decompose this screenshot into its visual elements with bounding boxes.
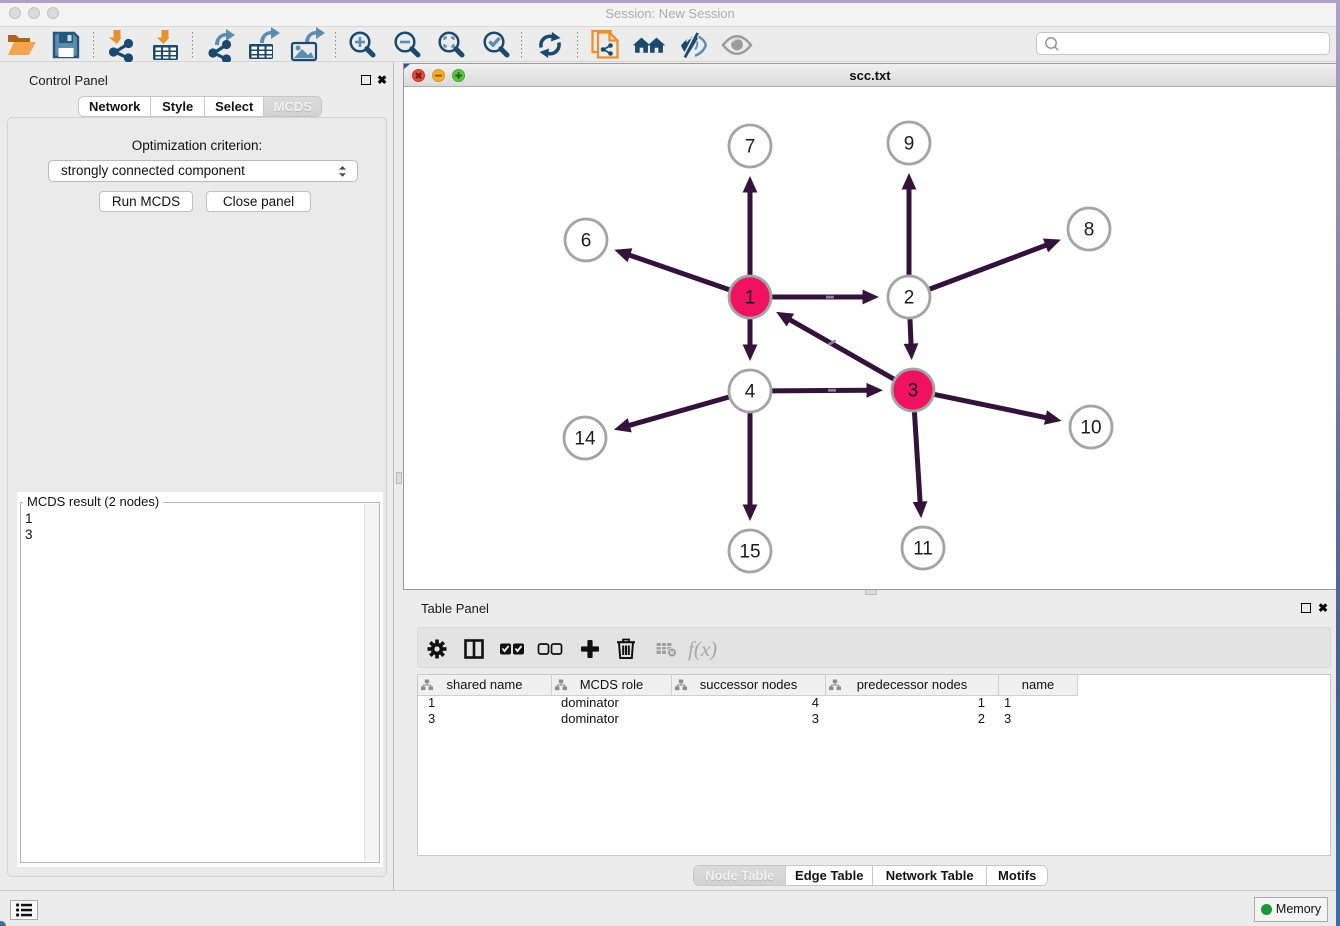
svg-text:10: 10: [1080, 418, 1101, 439]
svg-text:4: 4: [745, 382, 756, 403]
svg-text:14: 14: [574, 429, 596, 450]
svg-text:f(x): f(x): [688, 637, 717, 661]
svg-text:9: 9: [904, 134, 915, 155]
svg-text:15: 15: [739, 542, 760, 563]
svg-text:3: 3: [908, 381, 919, 402]
svg-text:2: 2: [904, 288, 915, 309]
svg-text:1: 1: [745, 288, 756, 309]
svg-text:11: 11: [913, 539, 933, 560]
svg-text:7: 7: [745, 137, 756, 158]
svg-text:8: 8: [1084, 220, 1095, 241]
svg-text:6: 6: [581, 231, 592, 252]
